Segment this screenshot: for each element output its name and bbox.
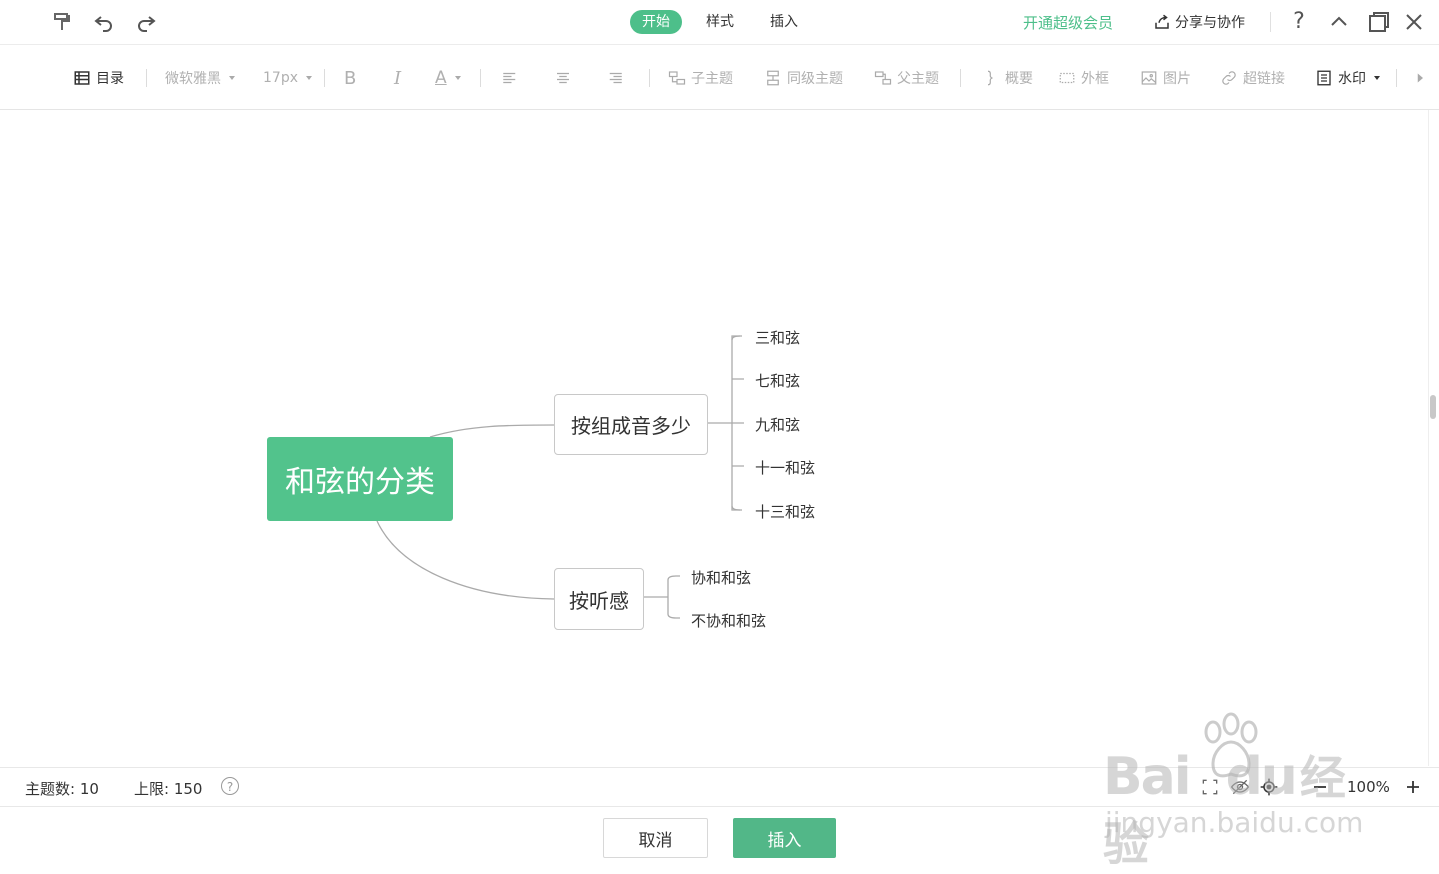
zoom-out-icon[interactable] bbox=[1311, 776, 1329, 798]
font-size-select[interactable]: 17px bbox=[263, 67, 312, 89]
close-icon[interactable] bbox=[1402, 10, 1426, 34]
collapse-icon[interactable] bbox=[1327, 10, 1351, 34]
tab-style[interactable]: 样式 bbox=[694, 10, 746, 34]
title-bar: 开始 样式 插入 开通超级会员 分享与协作 ? bbox=[0, 0, 1439, 45]
hyperlink-label: 超链接 bbox=[1243, 71, 1285, 87]
parent-topic-label: 父主题 bbox=[897, 71, 939, 87]
child-topic-button[interactable]: 子主题 bbox=[668, 67, 733, 89]
fit-view-icon[interactable] bbox=[1200, 776, 1220, 798]
insert-button[interactable]: 插入 bbox=[733, 818, 836, 858]
vip-link[interactable]: 开通超级会员 bbox=[1023, 12, 1113, 33]
undo-icon[interactable] bbox=[92, 10, 116, 34]
hide-icon[interactable] bbox=[1230, 776, 1250, 798]
mindmap-canvas[interactable] bbox=[0, 110, 1428, 766]
font-color-label: A bbox=[435, 68, 447, 88]
frame-button[interactable]: 外框 bbox=[1058, 67, 1109, 89]
status-bar: 主题数: 10 上限: 150 ? 100% bbox=[0, 767, 1439, 807]
toolbar: 目录 微软雅黑 17px B I A 子主题 同级主题 父主题 概要 外框 图片… bbox=[0, 45, 1439, 110]
topic-count: 主题数: 10 bbox=[25, 778, 99, 799]
divider bbox=[960, 69, 961, 87]
main-tabs: 开始 样式 插入 bbox=[630, 10, 810, 34]
topic-limit-label: 上限: bbox=[134, 780, 170, 798]
branch-topic-by-sound[interactable]: 按听感 bbox=[554, 568, 644, 630]
divider bbox=[324, 69, 325, 87]
branch-topic-by-note-count[interactable]: 按组成音多少 bbox=[554, 394, 708, 455]
share-icon bbox=[1155, 14, 1169, 29]
summary-button[interactable]: 概要 bbox=[982, 67, 1033, 89]
leaf-topic[interactable]: 三和弦 bbox=[755, 327, 800, 348]
chevron-down-icon bbox=[454, 76, 461, 80]
vertical-scrollbar[interactable] bbox=[1428, 110, 1439, 766]
parent-topic-icon bbox=[874, 71, 892, 85]
restore-window-icon[interactable] bbox=[1367, 10, 1391, 34]
image-label: 图片 bbox=[1163, 71, 1191, 87]
link-icon bbox=[1222, 71, 1236, 85]
align-center-icon[interactable] bbox=[554, 67, 572, 89]
leaf-topic[interactable]: 十三和弦 bbox=[755, 501, 815, 522]
tab-insert[interactable]: 插入 bbox=[758, 10, 810, 34]
leaf-topic[interactable]: 九和弦 bbox=[755, 414, 800, 435]
outline-button[interactable]: 目录 bbox=[73, 67, 124, 89]
help-icon[interactable]: ? bbox=[1287, 9, 1311, 34]
image-icon bbox=[1141, 71, 1157, 85]
topic-limit-value: 150 bbox=[173, 780, 203, 798]
share-label: 分享与协作 bbox=[1175, 15, 1245, 31]
align-left-icon[interactable] bbox=[501, 67, 519, 89]
divider bbox=[146, 69, 147, 87]
redo-icon[interactable] bbox=[134, 10, 158, 34]
child-topic-label: 子主题 bbox=[691, 71, 733, 87]
zoom-level: 100% bbox=[1347, 778, 1390, 796]
chevron-down-icon bbox=[229, 76, 235, 80]
help-circle-icon[interactable]: ? bbox=[221, 777, 239, 795]
child-topic-icon bbox=[668, 71, 686, 85]
format-painter-icon[interactable] bbox=[50, 10, 74, 34]
locate-center-icon[interactable] bbox=[1259, 776, 1279, 798]
sibling-topic-icon bbox=[767, 70, 779, 86]
leaf-topic[interactable]: 十一和弦 bbox=[755, 457, 815, 478]
hyperlink-button[interactable]: 超链接 bbox=[1220, 67, 1285, 89]
leaf-topic[interactable]: 不协和和弦 bbox=[691, 610, 766, 631]
font-family-value: 微软雅黑 bbox=[165, 71, 221, 87]
sibling-topic-button[interactable]: 同级主题 bbox=[764, 67, 843, 89]
divider bbox=[1270, 12, 1271, 32]
summary-brace-icon bbox=[987, 70, 993, 86]
leaf-topic[interactable]: 协和和弦 bbox=[691, 567, 751, 588]
toolbar-scroll-right-icon[interactable] bbox=[1411, 67, 1429, 89]
summary-label: 概要 bbox=[1005, 71, 1033, 87]
watermark-label: 水印 bbox=[1338, 71, 1366, 87]
topic-count-value: 10 bbox=[79, 780, 99, 798]
outline-label: 目录 bbox=[96, 71, 124, 87]
chevron-down-icon bbox=[306, 76, 312, 80]
mindmap-root-topic[interactable]: 和弦的分类 bbox=[267, 437, 453, 521]
bold-button[interactable]: B bbox=[344, 67, 356, 89]
leaf-topic[interactable]: 七和弦 bbox=[755, 370, 800, 391]
watermark-button[interactable]: 水印 bbox=[1315, 67, 1380, 89]
outline-icon bbox=[74, 71, 90, 85]
frame-label: 外框 bbox=[1081, 71, 1109, 87]
chevron-down-icon bbox=[1374, 76, 1380, 80]
italic-button[interactable]: I bbox=[394, 67, 401, 89]
topic-count-label: 主题数: bbox=[25, 780, 76, 798]
divider bbox=[649, 69, 650, 87]
parent-topic-button[interactable]: 父主题 bbox=[874, 67, 939, 89]
sibling-topic-label: 同级主题 bbox=[787, 71, 843, 87]
watermark-icon bbox=[1317, 70, 1331, 86]
topic-limit: 上限: 150 bbox=[134, 778, 202, 799]
tab-start[interactable]: 开始 bbox=[630, 10, 682, 34]
image-button[interactable]: 图片 bbox=[1140, 67, 1191, 89]
font-family-select[interactable]: 微软雅黑 bbox=[165, 67, 235, 89]
scrollbar-thumb[interactable] bbox=[1430, 395, 1436, 419]
share-button[interactable]: 分享与协作 bbox=[1153, 12, 1245, 32]
font-size-value: 17px bbox=[263, 70, 298, 86]
dialog-footer: 取消 插入 bbox=[0, 806, 1439, 869]
frame-icon bbox=[1059, 72, 1075, 84]
divider bbox=[1396, 69, 1397, 87]
divider bbox=[480, 69, 481, 87]
cancel-button[interactable]: 取消 bbox=[603, 818, 708, 858]
align-right-icon[interactable] bbox=[606, 67, 624, 89]
font-color-button[interactable]: A bbox=[435, 67, 461, 89]
zoom-in-icon[interactable] bbox=[1404, 776, 1422, 798]
